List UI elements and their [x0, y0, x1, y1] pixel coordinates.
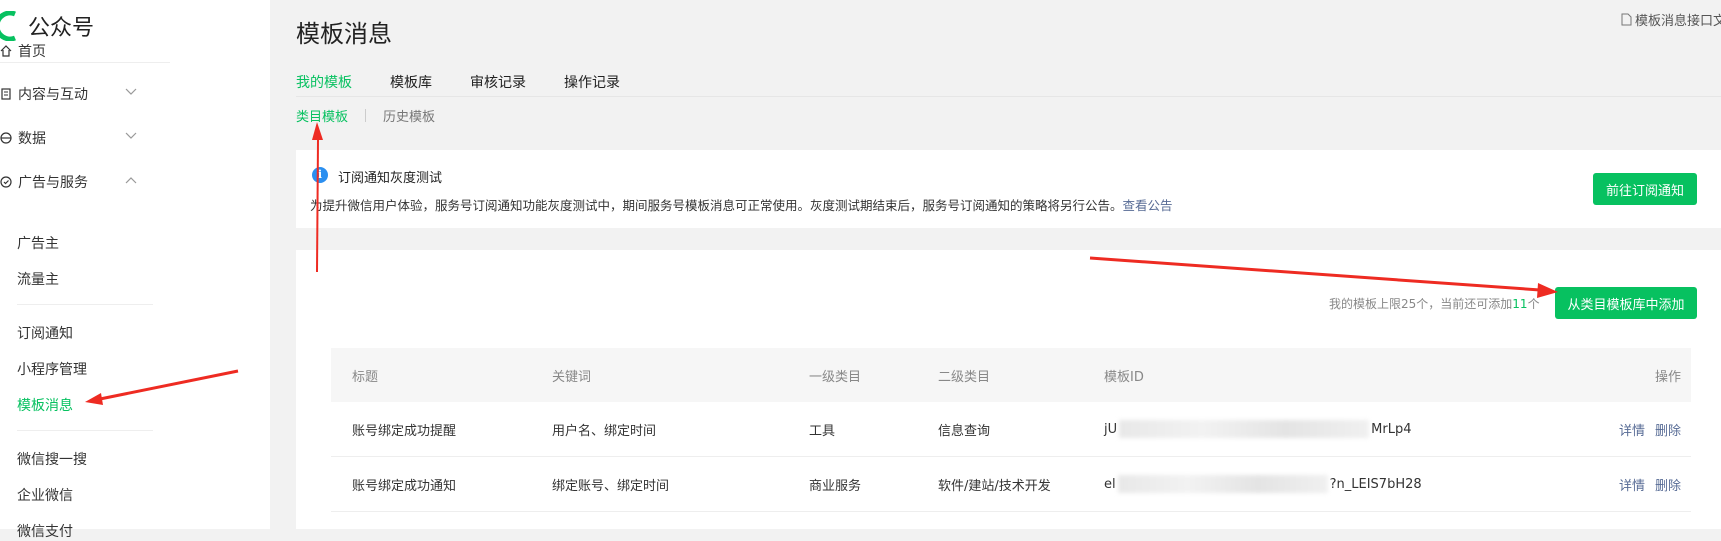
info-icon: i — [312, 167, 328, 183]
sidebar-item-content[interactable]: 内容与互动 — [0, 83, 137, 105]
template-id-end: ?n_LEIS7bH28 — [1329, 476, 1422, 492]
tab-review-records[interactable]: 审核记录 — [470, 72, 526, 92]
sidebar-subitem-advertiser[interactable]: 广告主 — [17, 233, 59, 253]
tab-my-templates[interactable]: 我的模板 — [296, 72, 352, 92]
row-template-id: jU MrLp4 — [1104, 402, 1411, 456]
sidebar-item-home[interactable]: 首页 — [0, 40, 46, 62]
home-icon — [0, 45, 12, 57]
sidebar-subitem-miniprogram[interactable]: 小程序管理 — [17, 359, 87, 379]
notice-banner: i 订阅通知灰度测试 为提升微信用户体验，服务号订阅通知功能灰度测试中，期间服务… — [296, 150, 1721, 228]
subtab-category-templates[interactable]: 类目模板 — [296, 106, 348, 125]
wechat-mp-logo-icon — [0, 11, 16, 41]
notice-link[interactable]: 查看公告 — [1123, 198, 1173, 213]
quota-remaining: 11 — [1512, 297, 1528, 311]
tab-template-library[interactable]: 模板库 — [390, 72, 432, 92]
sidebar-divider — [17, 430, 153, 431]
detail-link[interactable]: 详情 — [1619, 475, 1645, 494]
redacted-blur — [1119, 420, 1370, 438]
row-cat1: 商业服务 — [809, 478, 862, 494]
sidebar-item-label: 内容与互动 — [18, 87, 88, 103]
tabs-divider — [296, 96, 1721, 97]
table-header: 标题 关键词 一级类目 二级类目 模板ID 操作 — [331, 348, 1691, 402]
logo[interactable]: 公众号 — [0, 8, 94, 44]
sidebar-subitem-publisher[interactable]: 流量主 — [17, 269, 59, 289]
notice-title: 订阅通知灰度测试 — [338, 171, 443, 186]
quota-prefix: 我的模板上限25个，当前还可添加 — [1329, 297, 1513, 311]
template-id-start: jU — [1104, 421, 1118, 437]
document-icon — [1, 88, 11, 100]
chevron-down-icon — [125, 132, 137, 139]
page-title: 模板消息 — [296, 20, 392, 48]
subtab-separator — [365, 109, 367, 122]
main-tabs: 我的模板 模板库 审核记录 操作记录 — [296, 72, 620, 92]
header-cat2: 二级类目 — [938, 369, 991, 385]
service-icon — [0, 176, 12, 188]
sidebar-item-label: 广告与服务 — [18, 175, 88, 191]
notice-body: 为提升微信用户体验，服务号订阅通知功能灰度测试中，期间服务号模板消息可正常使用。… — [310, 198, 1123, 213]
add-from-category-button[interactable]: 从类目模板库中添加 — [1555, 287, 1697, 319]
row-keywords: 绑定账号、绑定时间 — [552, 478, 670, 494]
templates-table: 标题 关键词 一级类目 二级类目 模板ID 操作 账号绑定成功提醒 用户名、绑定… — [331, 348, 1691, 512]
data-icon — [0, 132, 12, 144]
row-actions: 详情 删除 — [1609, 402, 1681, 456]
row-cat1: 工具 — [809, 423, 836, 439]
row-cat2: 信息查询 — [938, 423, 991, 439]
sidebar-subitem-template-message[interactable]: 模板消息 — [17, 395, 73, 415]
subtab-history-templates[interactable]: 历史模板 — [383, 106, 435, 125]
row-keywords: 用户名、绑定时间 — [552, 423, 657, 439]
quota-text: 我的模板上限25个，当前还可添加11个 — [1329, 295, 1540, 312]
row-title: 账号绑定成功提醒 — [352, 423, 457, 439]
app-name: 公众号 — [28, 16, 95, 41]
detail-link[interactable]: 详情 — [1619, 420, 1645, 439]
tab-operation-records[interactable]: 操作记录 — [564, 72, 620, 92]
doc-link[interactable]: 模板消息接口文 — [1621, 10, 1721, 29]
header-actions: 操作 — [1654, 369, 1681, 385]
goto-subscribe-button[interactable]: 前往订阅通知 — [1593, 173, 1697, 205]
template-id-end: MrLp4 — [1371, 421, 1412, 437]
notice-text: 为提升微信用户体验，服务号订阅通知功能灰度测试中，期间服务号模板消息可正常使用。… — [310, 195, 1173, 214]
doc-link-label: 模板消息接口文 — [1635, 14, 1721, 29]
sidebar-divider — [17, 304, 153, 305]
sidebar-item-label: 数据 — [18, 131, 46, 147]
row-actions: 详情 删除 — [1609, 457, 1681, 511]
sidebar-divider — [0, 62, 170, 63]
row-title: 账号绑定成功通知 — [352, 478, 457, 494]
sidebar-item-ads-services[interactable]: 广告与服务 — [0, 171, 137, 193]
row-template-id: el ?n_LEIS7bH28 — [1104, 457, 1422, 511]
row-cat2: 软件/建站/技术开发 — [938, 478, 1051, 494]
chevron-down-icon — [125, 88, 137, 95]
quota-suffix: 个 — [1527, 297, 1540, 311]
sub-tabs: 类目模板 历史模板 — [296, 106, 435, 125]
template-id-start: el — [1104, 476, 1116, 492]
delete-link[interactable]: 删除 — [1655, 420, 1681, 439]
table-row: 账号绑定成功提醒 用户名、绑定时间 工具 信息查询 jU MrLp4 详情 删除 — [331, 402, 1691, 457]
header-template-id: 模板ID — [1104, 369, 1144, 385]
header-title: 标题 — [352, 369, 379, 385]
sidebar-item-data[interactable]: 数据 — [0, 127, 137, 149]
sidebar-item-label: 首页 — [18, 44, 46, 60]
header-keywords: 关键词 — [552, 369, 592, 385]
chevron-up-icon — [125, 177, 137, 184]
sidebar: 公众号 首页 内容与互动 数据 广告与服务 广告主 流量主 订阅通知 小程序管理… — [0, 0, 270, 540]
sidebar-subitem-wechat-search[interactable]: 微信搜一搜 — [17, 449, 87, 469]
header-cat1: 一级类目 — [809, 369, 862, 385]
table-row: 账号绑定成功通知 绑定账号、绑定时间 商业服务 软件/建站/技术开发 el ?n_… — [331, 457, 1691, 512]
document-icon — [1621, 13, 1632, 26]
sidebar-subitem-subscribe-notice[interactable]: 订阅通知 — [17, 323, 73, 343]
delete-link[interactable]: 删除 — [1655, 475, 1681, 494]
redacted-blur — [1117, 475, 1328, 493]
sidebar-subitem-wecom[interactable]: 企业微信 — [17, 485, 73, 505]
sidebar-subitem-wechat-pay[interactable]: 微信支付 — [17, 521, 73, 541]
